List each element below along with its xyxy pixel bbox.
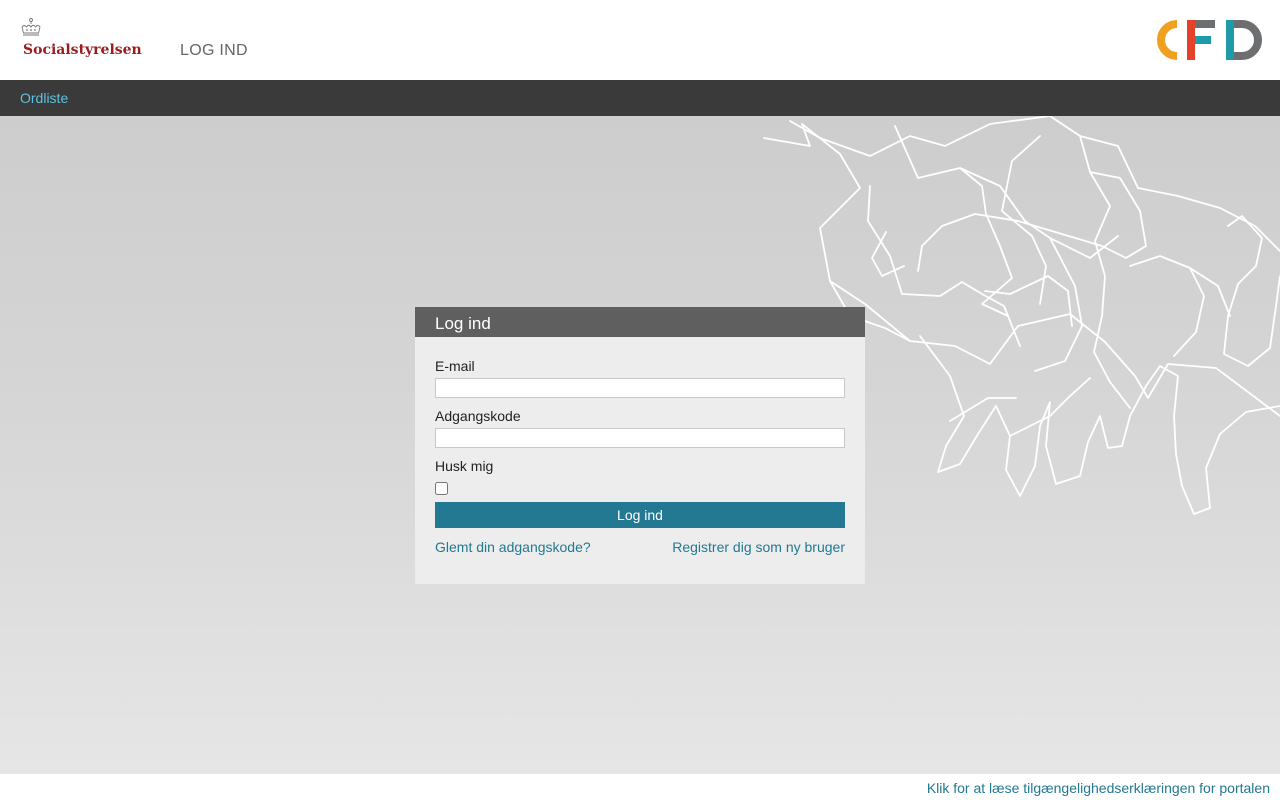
page-header: Socialstyrelsen LOG IND xyxy=(0,0,1280,80)
login-button[interactable]: Log ind xyxy=(435,502,845,528)
remember-me-label: Husk mig xyxy=(435,458,494,474)
remember-me-checkbox[interactable] xyxy=(435,482,448,495)
email-label: E-mail xyxy=(435,358,475,374)
page-title: LOG IND xyxy=(180,42,248,59)
login-background: Log ind E-mail Adgangskode Husk mig Log … xyxy=(0,116,1280,774)
navigation-bar: Ordliste xyxy=(0,80,1280,116)
register-link[interactable]: Registrer dig som ny bruger xyxy=(672,539,845,555)
cfd-logo[interactable] xyxy=(1144,18,1262,62)
password-field[interactable] xyxy=(435,428,845,448)
password-label: Adgangskode xyxy=(435,408,521,424)
crown-icon xyxy=(21,18,41,36)
cfd-logo-graphic xyxy=(1157,20,1262,60)
nav-item-ordliste[interactable]: Ordliste xyxy=(20,90,68,106)
email-field[interactable] xyxy=(435,378,845,398)
login-panel: Log ind E-mail Adgangskode Husk mig Log … xyxy=(415,307,865,584)
socialstyrelsen-logo[interactable]: Socialstyrelsen xyxy=(20,18,142,62)
accessibility-statement-link[interactable]: Klik for at læse tilgængelighedserklærin… xyxy=(927,780,1270,796)
forgot-password-link[interactable]: Glemt din adgangskode? xyxy=(435,539,591,555)
login-heading: Log ind xyxy=(415,307,865,337)
page-footer: Klik for at læse tilgængelighedserklærin… xyxy=(0,774,1280,800)
brand-wordmark: Socialstyrelsen xyxy=(23,42,142,58)
